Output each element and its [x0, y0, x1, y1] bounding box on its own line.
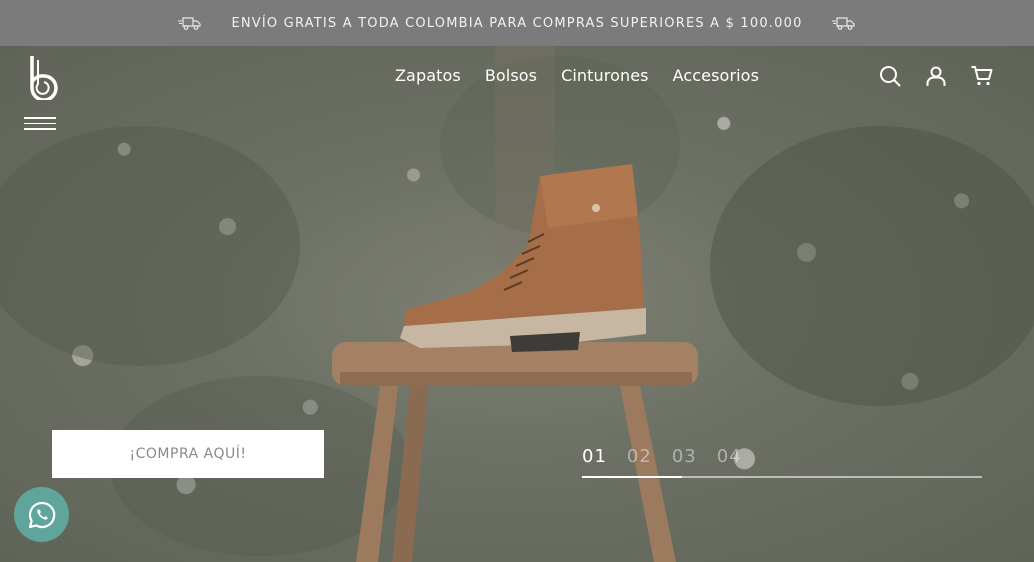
slide-progress-track — [582, 476, 982, 478]
nav-item-cinturones[interactable]: Cinturones — [561, 66, 649, 85]
slide-number[interactable]: 02 — [627, 446, 652, 467]
hero-image — [0, 46, 1034, 562]
brand-b-logo[interactable] — [26, 54, 58, 100]
nav-item-bolsos[interactable]: Bolsos — [485, 66, 537, 85]
whatsapp-icon — [28, 501, 55, 528]
shop-now-button[interactable]: ¡COMPRA AQUÍ! — [52, 430, 324, 478]
delivery-truck-icon — [831, 17, 855, 30]
slide-progress-bar — [582, 476, 682, 478]
hero-banner — [0, 46, 1034, 562]
header-actions — [878, 64, 994, 88]
search-icon[interactable] — [878, 64, 902, 88]
main-nav: Zapatos Bolsos Cinturones Accesorios — [395, 66, 759, 85]
promo-bar: ENVÍO GRATIS A TODA COLOMBIA PARA COMPRA… — [0, 0, 1034, 46]
whatsapp-button[interactable] — [14, 487, 69, 542]
slide-number[interactable]: 04 — [717, 446, 742, 467]
hamburger-icon[interactable] — [24, 117, 56, 133]
delivery-truck-icon — [178, 17, 202, 30]
nav-item-zapatos[interactable]: Zapatos — [395, 66, 461, 85]
user-icon[interactable] — [924, 64, 948, 88]
slide-number[interactable]: 01 — [582, 446, 607, 467]
cart-icon[interactable] — [970, 64, 994, 88]
slide-number[interactable]: 03 — [672, 446, 697, 467]
nav-item-accesorios[interactable]: Accesorios — [673, 66, 759, 85]
slide-indicator: 01 02 03 04 — [582, 446, 742, 467]
promo-text: ENVÍO GRATIS A TODA COLOMBIA PARA COMPRA… — [231, 15, 803, 31]
